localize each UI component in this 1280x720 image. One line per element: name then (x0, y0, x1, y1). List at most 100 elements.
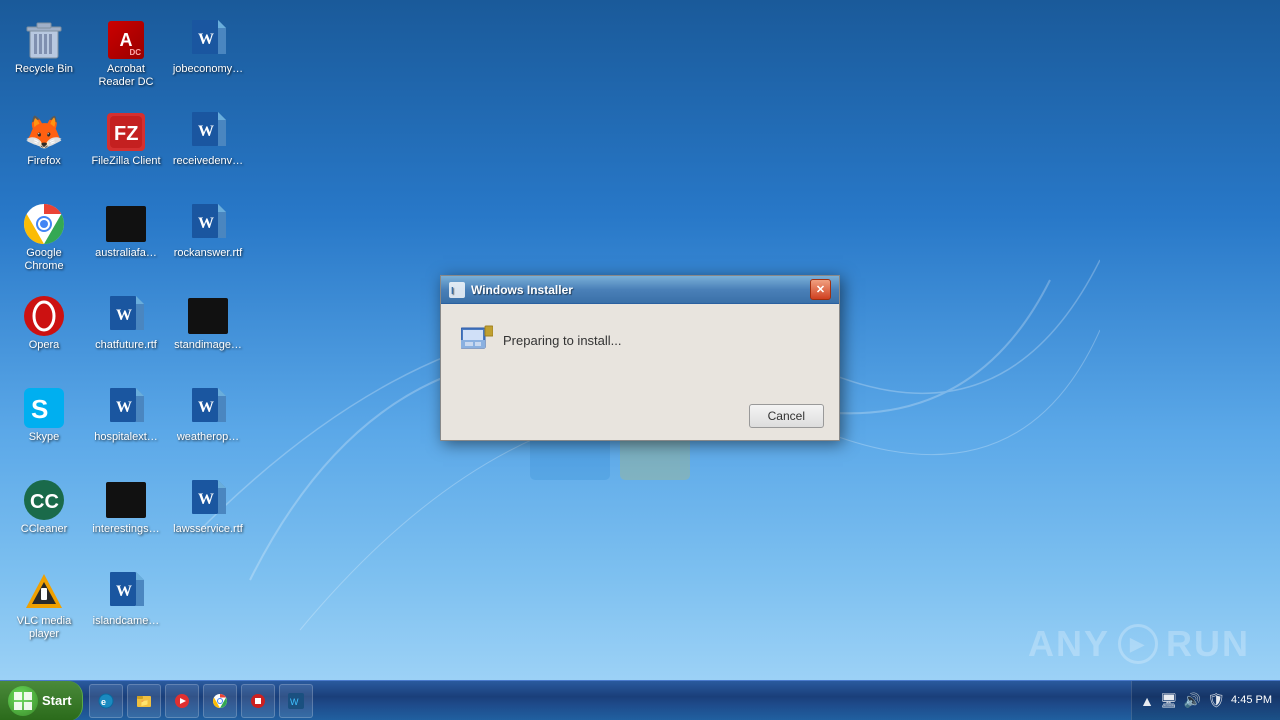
tray-safety-icon[interactable]: 🛡 (1207, 692, 1225, 709)
dialog-footer: Cancel (441, 404, 839, 440)
icon-standimage[interactable]: standimage… (169, 291, 247, 381)
icon-hospitalext[interactable]: W hospitalext… (87, 383, 165, 473)
acrobat-icon: A DC (108, 21, 144, 59)
ie-icon: e (98, 693, 114, 709)
icon-recycle-bin[interactable]: Recycle Bin (5, 15, 83, 105)
tray-network-icon[interactable]: 🖥 (1160, 692, 1178, 709)
word-doc-icon: W (190, 20, 226, 60)
svg-text:S: S (31, 394, 48, 424)
skype-label: Skype (29, 431, 60, 444)
tray-clock[interactable]: 4:45 PM (1231, 693, 1272, 708)
taskbar-chrome[interactable] (203, 684, 237, 718)
australiafa-label: australiafa… (95, 247, 157, 260)
taskbar-middle: e 📁 (83, 681, 1132, 720)
installer-dialog: I Windows Installer ✕ Prepa (440, 275, 840, 441)
icon-firefox[interactable]: 🦊 Firefox (5, 107, 83, 197)
word-doc-icon7: W (190, 480, 226, 520)
icon-filezilla[interactable]: FZ FileZilla Client (87, 107, 165, 197)
vlc-label: VLC media player (8, 615, 80, 641)
svg-text:W: W (116, 307, 132, 324)
anyrun-text-run: RUN (1166, 623, 1250, 665)
svg-text:I: I (451, 286, 454, 297)
taskbar-explorer[interactable]: 📁 (127, 684, 161, 718)
taskbar-ie[interactable]: e (89, 684, 123, 718)
dialog-status-text: Preparing to install... (503, 333, 622, 348)
installer-title-icon: I (449, 282, 465, 298)
jobeconomy-label: jobeconomy… (173, 63, 243, 76)
taskbar-stop[interactable] (241, 684, 275, 718)
opera-icon (24, 296, 64, 336)
svg-text:W: W (116, 399, 132, 416)
icon-lawsservice[interactable]: W lawsservice.rtf (169, 475, 247, 565)
icon-acrobat[interactable]: A DC Acrobat Reader DC (87, 15, 165, 105)
dialog-titlebar: I Windows Installer ✕ (441, 276, 839, 304)
tray-show-hidden[interactable]: ▲ (1140, 693, 1154, 709)
icon-jobeconomy[interactable]: W jobeconomy… (169, 15, 247, 105)
dialog-close-button[interactable]: ✕ (810, 279, 831, 300)
wmp-icon (174, 693, 190, 709)
svg-text:W: W (198, 399, 214, 416)
acrobat-label: Acrobat Reader DC (90, 63, 162, 89)
svg-text:W: W (198, 215, 214, 232)
word-doc-icon8: W (108, 572, 144, 612)
tray-volume-icon[interactable]: 🔊 (1184, 692, 1201, 709)
icon-opera[interactable]: Opera (5, 291, 83, 381)
icon-vlc[interactable]: VLC media player (5, 567, 83, 657)
stop-icon (250, 693, 266, 709)
cancel-button[interactable]: Cancel (749, 404, 824, 428)
filezilla-icon: FZ (107, 113, 145, 151)
icon-islandcame[interactable]: W islandcame… (87, 567, 165, 657)
word-doc-icon5: W (108, 388, 144, 428)
svg-text:W: W (198, 123, 214, 140)
chatfuture-label: chatfuture.rtf (95, 339, 157, 352)
weatherop-label: weatherop… (177, 431, 239, 444)
desktop: Recycle Bin A DC Acrobat Reader DC W jo (0, 0, 1280, 720)
icon-australiafa[interactable]: australiafa… (87, 199, 165, 289)
word-doc-icon2: W (190, 112, 226, 152)
google-chrome-label: Google Chrome (8, 247, 80, 273)
svg-text:e: e (101, 697, 106, 707)
installer-progress-icon (461, 324, 493, 356)
explorer-icon: 📁 (136, 693, 152, 709)
svg-text:FZ: FZ (114, 123, 138, 145)
icon-rockanswer[interactable]: W rockanswer.rtf (169, 199, 247, 289)
standimage-label: standimage… (174, 339, 242, 352)
icon-skype[interactable]: S Skype (5, 383, 83, 473)
taskbar: Start e 📁 (0, 680, 1280, 720)
word-doc-icon3: W (190, 204, 226, 244)
australiafa-icon (106, 206, 146, 242)
recycle-bin-label: Recycle Bin (15, 63, 73, 76)
dialog-body: Preparing to install... (441, 304, 839, 404)
opera-label: Opera (29, 339, 60, 352)
svg-text:W: W (198, 31, 214, 48)
icon-chatfuture[interactable]: W chatfuture.rtf (87, 291, 165, 381)
icon-google-chrome[interactable]: Google Chrome (5, 199, 83, 289)
ccleaner-icon: CC (24, 480, 64, 520)
interestings-label: interestings… (92, 523, 159, 536)
desktop-icons: Recycle Bin A DC Acrobat Reader DC W jo (0, 10, 254, 662)
islandcame-label: islandcame… (93, 615, 160, 628)
icon-weatherop[interactable]: W weatherop… (169, 383, 247, 473)
ccleaner-label: CCleaner (21, 523, 67, 536)
hospitalext-label: hospitalext… (94, 431, 158, 444)
wireshark-icon: W (288, 693, 304, 709)
taskbar-wireshark[interactable]: W (279, 684, 313, 718)
icon-ccleaner[interactable]: CC CCleaner (5, 475, 83, 565)
icon-interestings[interactable]: interestings… (87, 475, 165, 565)
chrome-taskbar-icon (212, 693, 228, 709)
skype-icon: S (24, 388, 64, 428)
filezilla-label: FileZilla Client (91, 155, 160, 168)
interestings-icon (106, 482, 146, 518)
icon-receivedenv[interactable]: W receivedenv… (169, 107, 247, 197)
start-button[interactable]: Start (0, 681, 83, 720)
rockanswer-label: rockanswer.rtf (174, 247, 242, 260)
taskbar-wmp[interactable] (165, 684, 199, 718)
anyrun-play-icon: ▶ (1118, 624, 1158, 664)
windows-logo-icon (14, 692, 32, 710)
firefox-icon: 🦊 (24, 112, 64, 152)
firefox-label: Firefox (27, 155, 61, 168)
receivedenv-label: receivedenv… (173, 155, 243, 168)
word-doc-icon6: W (190, 388, 226, 428)
word-doc-icon4: W (108, 296, 144, 336)
anyrun-watermark: ANY ▶ RUN (1028, 623, 1250, 665)
